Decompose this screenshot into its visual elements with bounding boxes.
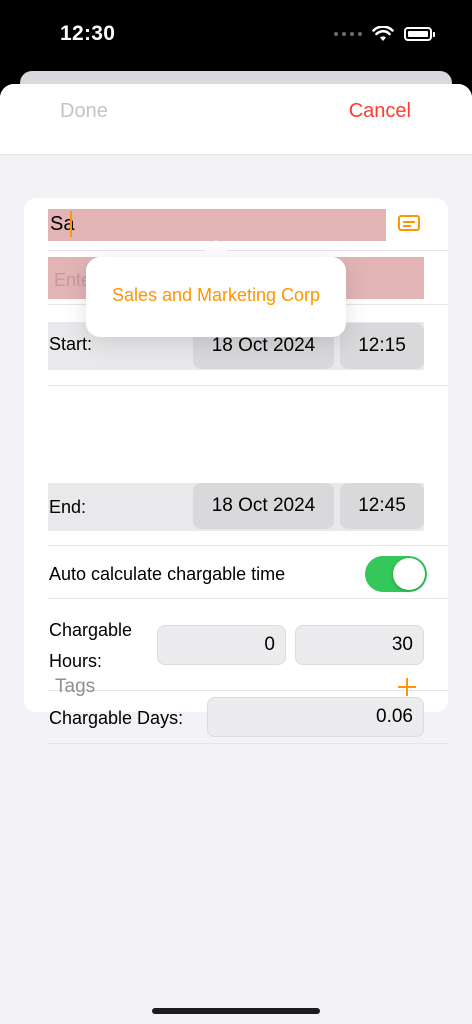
auto-calc-label: Auto calculate chargable time (49, 564, 286, 584)
end-label: End: (49, 497, 87, 517)
divider (48, 598, 448, 599)
chargable-days-input[interactable]: 0.06 (207, 697, 424, 737)
start-label: Start: (49, 334, 93, 354)
cancel-button[interactable]: Cancel (349, 100, 411, 123)
home-indicator (152, 1008, 320, 1014)
tags-label: Tags (55, 676, 96, 697)
chargable-minutes-input[interactable]: 30 (295, 625, 424, 665)
chargable-days-label: Chargable Days: (49, 708, 184, 728)
divider (48, 690, 448, 691)
chargable-hours-label-line2: Hours: (49, 651, 103, 671)
status-bar: 12:30 (0, 0, 472, 72)
wifi-icon (372, 26, 394, 41)
chargable-hours-input[interactable]: 0 (157, 625, 286, 665)
auto-calc-toggle[interactable] (365, 556, 427, 592)
done-button[interactable]: Done (60, 100, 108, 123)
status-icons (334, 26, 435, 42)
end-time-button[interactable]: 12:45 (340, 483, 424, 529)
contact-card-icon[interactable] (398, 215, 420, 231)
start-time-button[interactable]: 12:15 (340, 323, 424, 369)
nav-bar: Done Cancel (0, 84, 472, 155)
toggle-knob (393, 558, 425, 590)
autocomplete-popover[interactable]: Sales and Marketing Corp (86, 257, 346, 337)
popover-arrow (198, 240, 234, 258)
signal-dots-icon (334, 32, 362, 36)
text-caret (70, 211, 72, 237)
divider (48, 545, 448, 546)
end-date-button[interactable]: 18 Oct 2024 (193, 483, 334, 529)
chargable-hours-label-line1: Chargable (49, 620, 133, 640)
divider (48, 250, 448, 251)
battery-icon (404, 27, 435, 41)
tags-row[interactable] (24, 744, 448, 796)
modal-sheet: Done Cancel Sa Ente Start: 18 Oct 2024 1… (0, 84, 472, 1024)
autocomplete-suggestion[interactable]: Sales and Marketing Corp (86, 285, 346, 306)
add-tag-plus-icon[interactable] (398, 678, 416, 696)
status-time: 12:30 (60, 22, 116, 45)
divider (48, 385, 448, 386)
name-input[interactable]: Sa (48, 209, 386, 241)
